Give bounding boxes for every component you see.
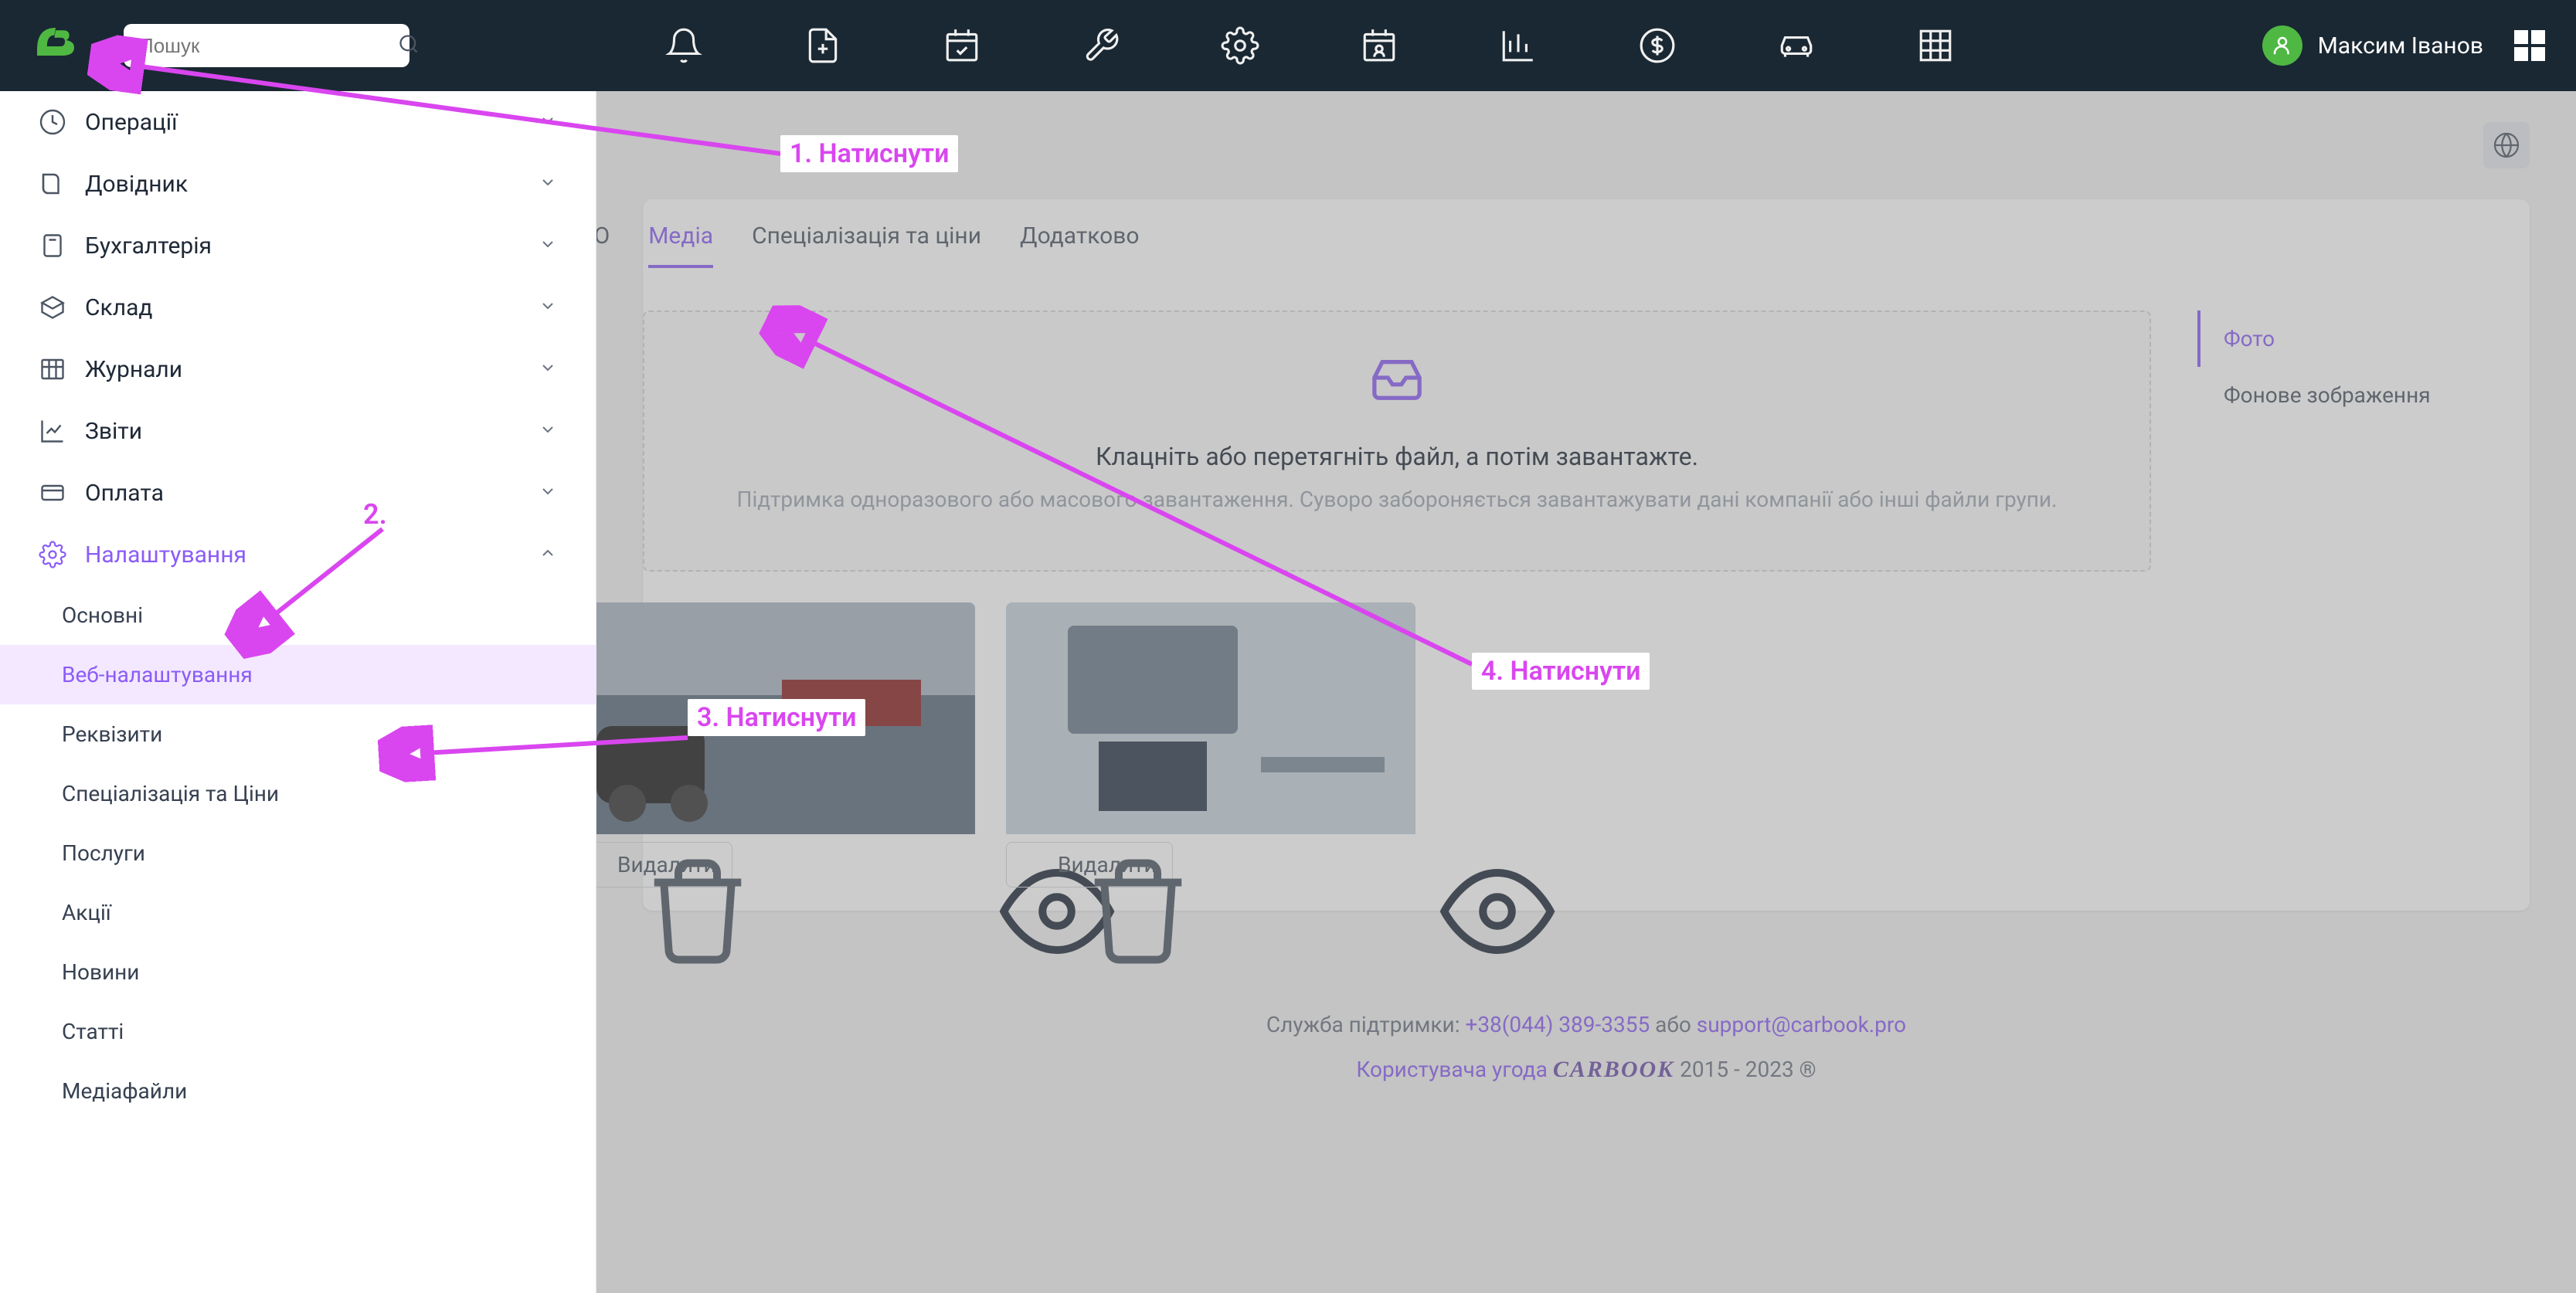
overlay [596,91,2576,1293]
sub-promotions[interactable]: Акції [0,883,596,942]
sub-label: Спеціалізація та Ціни [62,781,279,806]
settings-gear-icon[interactable] [1221,26,1259,65]
sidebar: Операції Довідник Бухгалтерія Склад Журн… [0,91,596,1293]
nav-label: Налаштування [85,541,246,568]
bar-chart-icon[interactable] [1499,26,1538,65]
header: Максим Іванов [0,0,2576,91]
vehicle-icon[interactable] [1777,26,1816,65]
sub-label: Медіафайли [62,1078,187,1104]
calendar-check-icon[interactable] [943,26,981,65]
header-user[interactable]: Максим Іванов [2262,25,2545,66]
sub-label: Акції [62,900,111,925]
new-document-icon[interactable] [804,26,842,65]
calculator-icon [39,232,66,260]
nav-directory[interactable]: Довідник [0,153,596,215]
sub-label: Новини [62,959,139,985]
card-icon [39,479,66,507]
nav-warehouse[interactable]: Склад [0,277,596,338]
username: Максим Іванов [2318,32,2483,59]
gear-icon [39,541,66,568]
chevron-down-icon [539,109,557,136]
nav-label: Довідник [85,171,188,198]
sub-requisites[interactable]: Реквізити [0,704,596,764]
avatar [2262,25,2302,66]
nav-payment[interactable]: Оплата [0,462,596,524]
sub-label: Веб-налаштування [62,662,253,687]
nav-label: Оплата [85,480,164,507]
chevron-down-icon [539,171,557,198]
wrench-icon[interactable] [1082,26,1120,65]
sub-articles[interactable]: Статті [0,1002,596,1061]
journal-icon [39,355,66,383]
nav-label: Склад [85,294,153,321]
sub-specialization[interactable]: Спеціалізація та Ціни [0,764,596,823]
chart-line-icon [39,417,66,445]
nav-journals[interactable]: Журнали [0,338,596,400]
sub-general[interactable]: Основні [0,585,596,645]
header-toolbar [664,26,1955,65]
sub-web-settings[interactable]: Веб-налаштування [0,645,596,704]
nav-label: Журнали [85,356,182,383]
sub-label: Реквізити [62,721,162,747]
search-icon [398,33,420,58]
chevron-down-icon [539,232,557,260]
chevron-down-icon [539,294,557,321]
nav-label: Операції [85,109,178,136]
search-input[interactable] [139,34,398,58]
apps-menu-icon[interactable] [2514,30,2545,61]
chevron-up-icon [539,541,557,568]
nav-operations[interactable]: Операції [0,91,596,153]
nav-label: Звіти [85,418,142,445]
chevron-down-icon [539,356,557,383]
sub-news[interactable]: Новини [0,942,596,1002]
nav-reports[interactable]: Звіти [0,400,596,462]
sub-services[interactable]: Послуги [0,823,596,883]
calendar-person-icon[interactable] [1360,26,1398,65]
sub-label: Основні [62,602,143,628]
box-icon [39,294,66,321]
sub-media[interactable]: Медіафайли [0,1061,596,1121]
book-icon [39,170,66,198]
sub-label: Послуги [62,840,145,866]
nav-accounting[interactable]: Бухгалтерія [0,215,596,277]
chevron-down-icon [539,418,557,445]
logo[interactable] [31,17,93,75]
sub-label: Статті [62,1019,124,1044]
search-box[interactable] [124,24,410,67]
table-grid-icon[interactable] [1916,26,1955,65]
nav-settings[interactable]: Налаштування [0,524,596,585]
clock-icon [39,108,66,136]
finance-icon[interactable] [1638,26,1677,65]
notifications-icon[interactable] [664,26,703,65]
chevron-down-icon [539,480,557,507]
nav-label: Бухгалтерія [85,232,212,260]
